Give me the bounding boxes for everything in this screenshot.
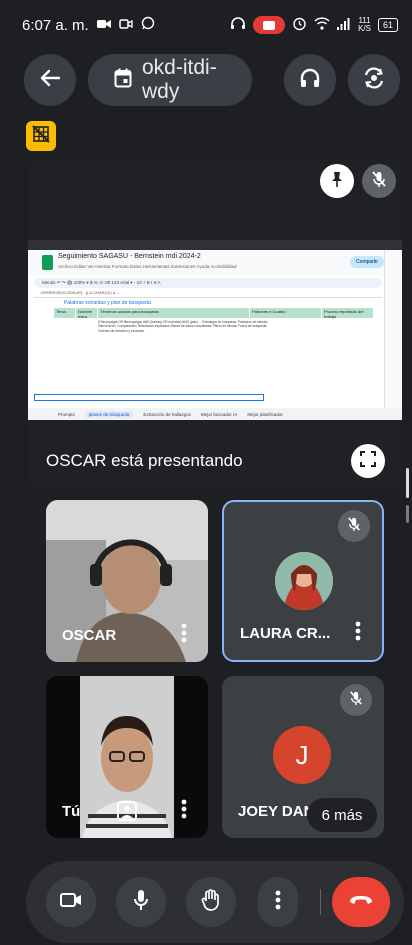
sheet-tab-bar: Prompts planes de búsqueda Extracción de… [28,408,402,420]
meeting-top-bar: okd-itdi-wdy [0,54,412,110]
sheet-share-button: Compartir [350,256,384,268]
mic-off-icon [347,516,361,537]
participant-tile-laura[interactable]: LAURA CR... [222,500,384,662]
mute-indicator [340,684,372,716]
more-options-button[interactable] [258,877,298,927]
pin-icon [328,170,346,193]
mute-indicator [338,510,370,542]
fullscreen-button[interactable] [351,444,385,478]
sheet-selected-row [34,394,264,401]
call-control-bar [26,861,404,943]
video-notification-icon [96,17,111,34]
signal-icon [337,17,351,34]
calendar-icon [114,68,132,93]
sheets-logo-icon [42,255,53,270]
presentation-mute-indicator [362,164,396,198]
participant-name: JOEY DAN [238,803,315,820]
fullscreen-icon [360,450,376,472]
battery-level: 61 [382,20,393,30]
sheet-grid: Palabras extraídas y plan de búsqueda Te… [34,300,374,408]
participant-name: OSCAR [62,627,117,644]
camera-icon [60,892,82,913]
avatar [275,552,333,610]
sheet-column-header: Nombre extra [76,308,98,319]
camera-toggle-button[interactable] [46,877,96,927]
end-call-button[interactable] [332,877,390,927]
sheet-heading: Palabras extraídas y plan de búsqueda [64,300,151,306]
pin-button[interactable] [320,164,354,198]
headphones-icon [299,67,321,94]
sheet-tab: Extracción de hallazgos [143,411,191,417]
switch-camera-button[interactable] [348,54,400,106]
network-speed-unit: K/S [358,24,371,33]
sheet-column-header: Patrones e Cuadro [250,308,322,318]
meet-notification-icon [118,17,133,34]
participant-more-button[interactable] [174,622,194,648]
sheet-column-header: Términos usados para búsqueda [98,308,250,318]
participant-tile-oscar[interactable]: OSCAR [46,500,208,662]
battery-icon: 61 [377,18,398,32]
mic-off-icon [371,170,387,193]
switch-camera-icon [362,66,386,94]
network-speed: 111 K/S [358,17,371,33]
meeting-info-button[interactable]: okd-itdi-wdy [88,54,252,106]
sheet-side-panel [384,250,402,408]
sheet-tab: Mejor buscador IA [200,411,238,417]
sheet-cell-content: (Fibromyalgia OR fibromyalgia) AND (trai… [98,320,269,333]
avatar: J [273,726,331,784]
status-left: 6:07 a. m. [22,16,155,34]
sheet-tab: Mejor planificador [247,411,283,417]
scrollbar-track [406,505,409,523]
more-options-icon [275,890,281,915]
sheet-column-header: Proceso reportado del trabajo [322,308,374,319]
participant-more-button[interactable] [174,798,194,824]
sheet-tab-active: planes de búsqueda [84,410,134,418]
self-frame-button[interactable] [116,800,138,822]
scrollbar-thumb[interactable] [406,468,409,498]
sheet-title: Seguimiento SAGASU - Bernstein mdi 2024-… [58,253,201,260]
back-arrow-icon [39,67,61,94]
sheet-toolbar: Menús ↶ ↷ 🖨 100% ▾ $ % .0 .00 123 Arial … [34,278,382,288]
presenter-label: OSCAR está presentando [46,451,243,470]
sheet-header: Seguimiento SAGASU - Bernstein mdi 2024-… [28,250,402,276]
recording-indicator-icon [253,16,286,34]
participant-more-button[interactable] [348,620,368,646]
participant-name: LAURA CR... [240,625,331,642]
sheet-tab: Prompts [58,411,75,417]
wifi-icon [314,16,330,34]
frame-person-icon [116,801,138,826]
avatar-initial: J [295,739,309,770]
audio-output-button[interactable] [284,54,336,106]
sheet-menu: Archivo Editar Ver Insertar Formato Dato… [58,264,237,269]
meeting-code: okd-itdi-wdy [142,56,217,103]
end-call-icon [348,893,374,912]
whatsapp-icon [141,16,155,34]
raise-hand-icon [201,888,221,916]
participant-tile-self[interactable]: Tú [46,676,208,838]
control-divider [320,889,321,915]
sheet-formula-bar: =IFERROR(VLOOKUP(...)) & CHAR(10) & ... [34,290,382,298]
shared-screen-spreadsheet: Seguimiento SAGASU - Bernstein mdi 2024-… [28,240,402,420]
more-participants-label: 6 más [321,806,363,824]
status-time: 6:07 a. m. [22,16,89,34]
headset-status-icon [230,16,246,34]
presentation-tile[interactable]: Seguimiento SAGASU - Bernstein mdi 2024-… [28,158,402,488]
more-vert-icon [181,623,187,648]
status-right: 111 K/S 61 [230,16,398,35]
participant-name: Tú [62,803,81,820]
mic-off-icon [349,690,363,711]
more-vert-icon [181,799,187,824]
mic-icon [133,889,149,916]
alarm-icon [292,16,307,35]
raise-hand-button[interactable] [186,877,236,927]
microphone-toggle-button[interactable] [116,877,166,927]
browser-tab-strip [28,240,402,250]
sheet-column-header: Tema [54,308,76,318]
grid-off-badge[interactable] [26,121,56,151]
grid-off-icon [32,124,50,148]
back-button[interactable] [24,54,76,106]
more-vert-icon [355,621,361,646]
more-participants-button[interactable]: 6 más [307,798,377,832]
status-bar: 6:07 a. m. 111 K/S 61 [0,0,412,50]
